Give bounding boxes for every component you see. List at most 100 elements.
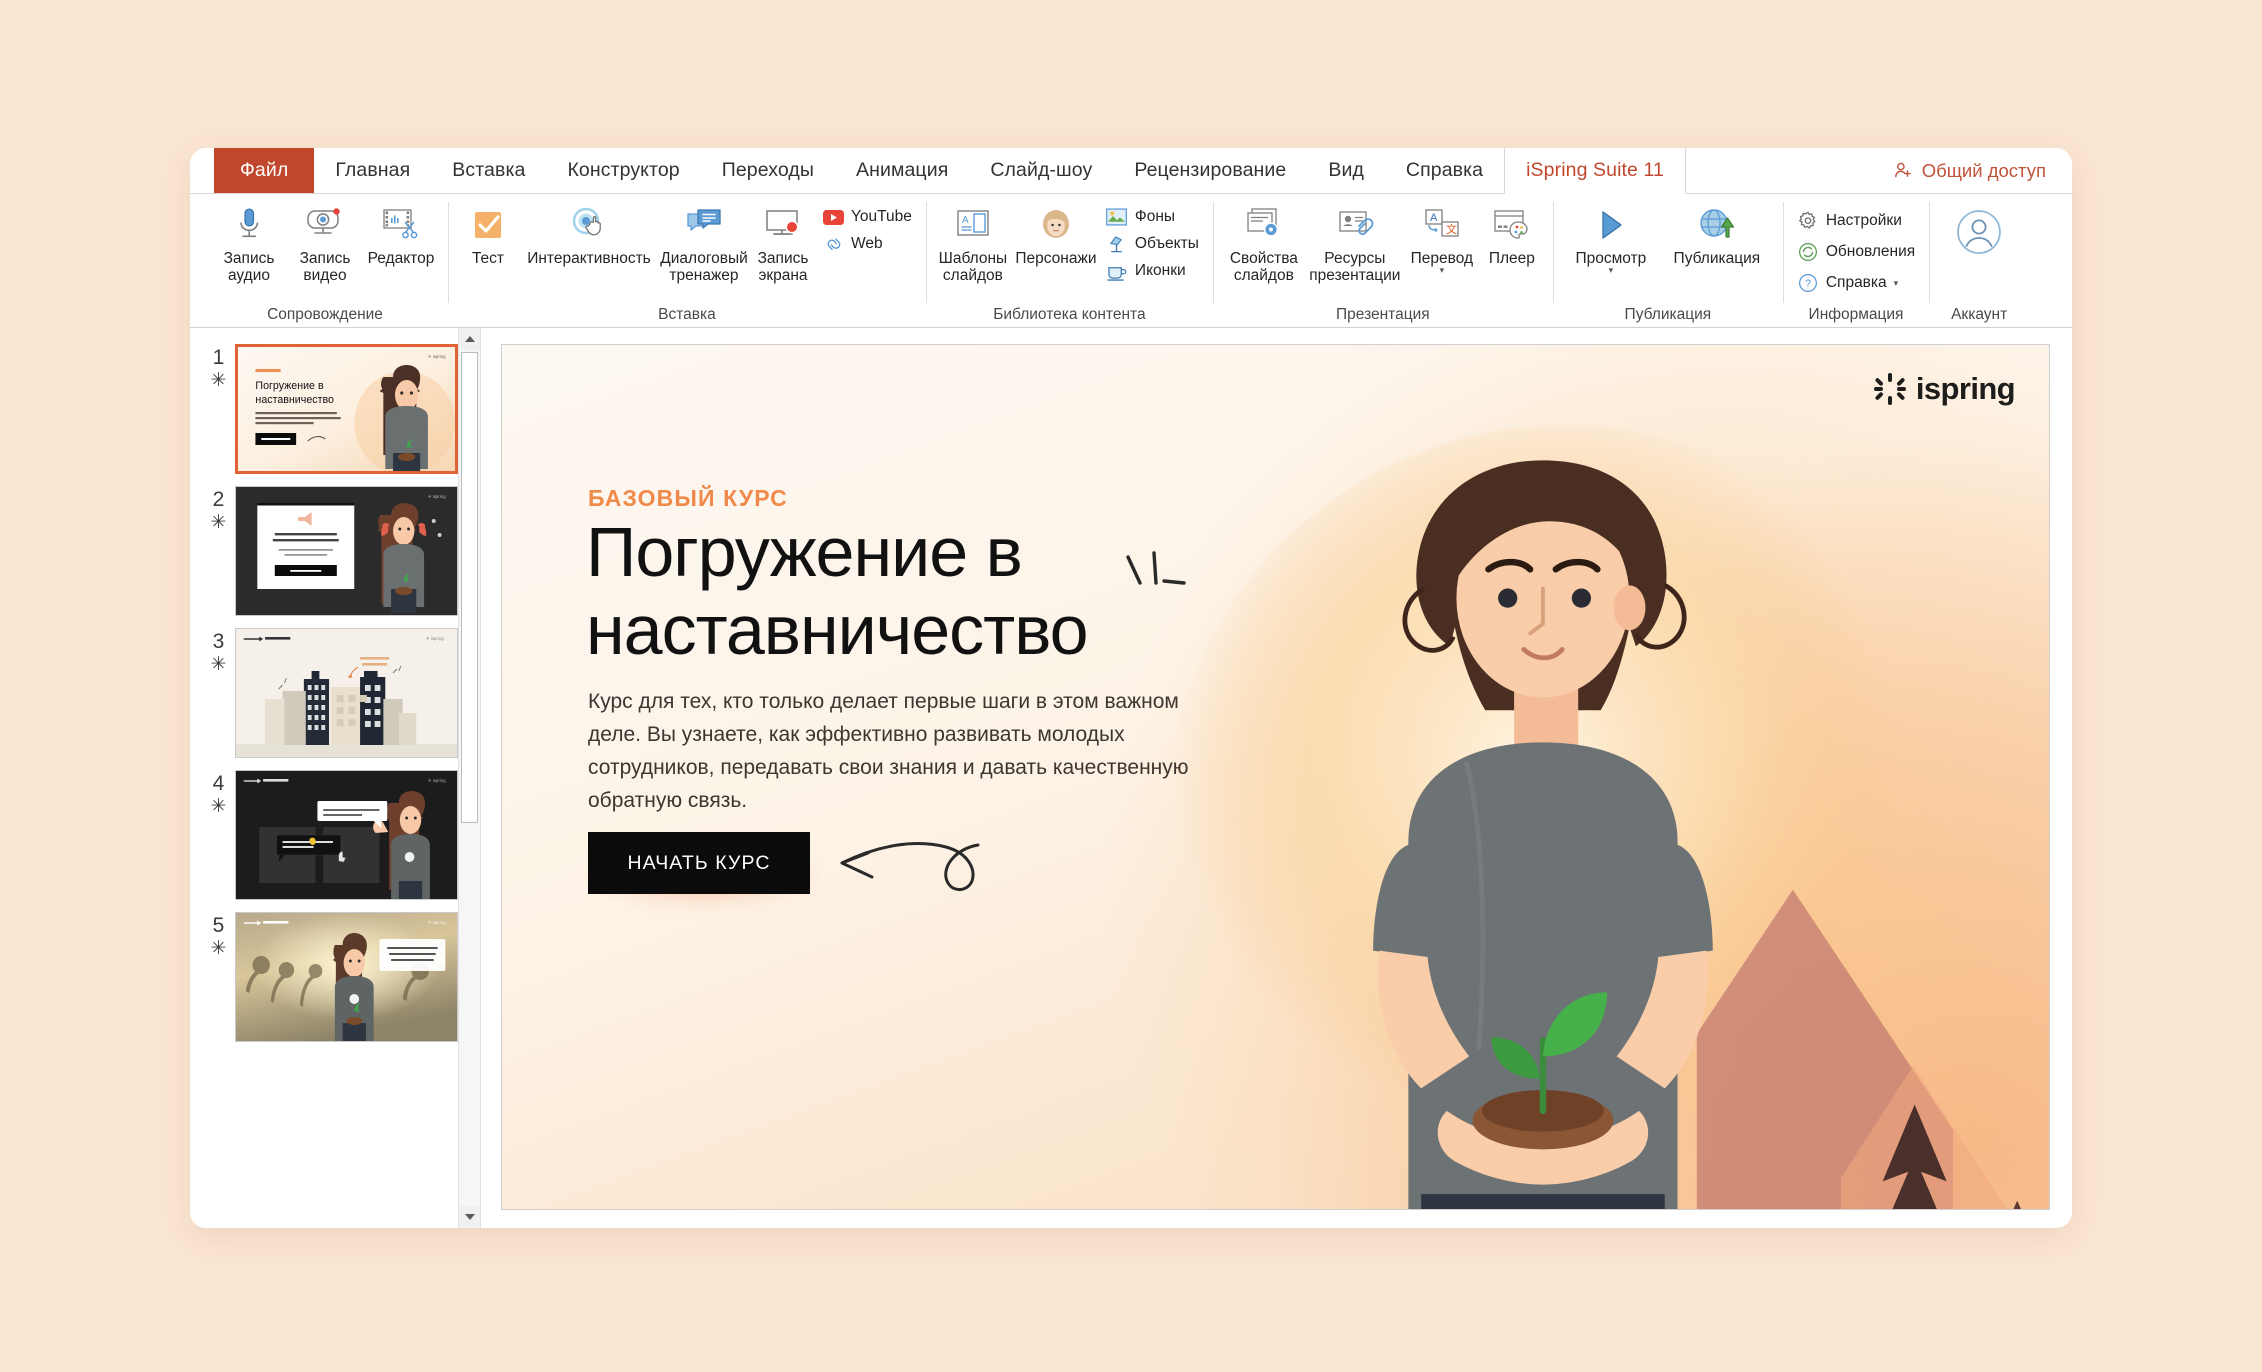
thumbnail-1-preview: Погружение в наставничество ✳ ispring	[237, 347, 455, 471]
web-button[interactable]: Web	[818, 233, 916, 255]
ribbon-group-narration-title: Сопровождение	[267, 306, 383, 323]
thumbnail-3[interactable]: ✳ ispring	[234, 628, 458, 758]
film-scissors-icon	[381, 203, 421, 247]
scroll-up-button[interactable]	[459, 328, 480, 350]
slide-templates-label: Шаблоны слайдов	[938, 250, 1008, 284]
tab-slideshow[interactable]: Слайд-шоу	[969, 148, 1113, 193]
player-label: Плеер	[1488, 250, 1535, 267]
tab-file[interactable]: Файл	[214, 148, 315, 193]
scroll-down-button[interactable]	[459, 1206, 480, 1228]
desk-lamp-icon	[1106, 234, 1128, 254]
publish-button[interactable]: Публикация	[1661, 198, 1773, 267]
preview-caret-icon[interactable]: ▾	[1609, 266, 1614, 275]
thumbnail-row-5[interactable]: 5 ✳ ✳ ispring	[190, 906, 458, 1048]
thumbnail-4[interactable]: ✳ ispring	[234, 770, 458, 900]
slide-thumbnail-pane[interactable]: 1 ✳ Погружение в наставничество ✳ isprin…	[190, 328, 458, 1228]
tab-animation[interactable]: Анимация	[835, 148, 969, 193]
screen-record-button[interactable]: Запись экрана	[750, 198, 816, 284]
ribbon-group-narration: Запись аудио Запись видео Редактор Сопро…	[202, 194, 448, 327]
editor-label: Редактор	[367, 250, 435, 267]
thumbnail-1[interactable]: Погружение в наставничество ✳ ispring	[234, 344, 458, 474]
account-avatar-icon	[1955, 203, 2003, 261]
tab-view-label: Вид	[1328, 159, 1364, 181]
updates-button[interactable]: Обновления	[1793, 241, 1919, 263]
thumbnail-scrollbar[interactable]	[458, 328, 480, 1228]
tab-review[interactable]: Рецензирование	[1113, 148, 1307, 193]
scrollbar-thumb[interactable]	[461, 352, 478, 823]
insert-web-column: YouTube Web	[818, 198, 916, 255]
slide-properties-button[interactable]: Свойства слайдов	[1223, 198, 1305, 284]
start-course-button[interactable]: НАЧАТЬ КУРС	[588, 832, 810, 894]
help-caret-icon[interactable]: ▾	[1894, 279, 1899, 288]
webcam-record-icon	[305, 203, 345, 247]
tab-design-label: Конструктор	[567, 159, 680, 181]
ribbon-group-content-library: A Шаблоны слайдов Персонажи Фоны Объекты…	[925, 194, 1213, 327]
ribbon-group-information: Настройки Обновления ? Справка ▾ Информа…	[1782, 194, 1929, 327]
scrollbar-track[interactable]	[459, 350, 480, 1206]
record-audio-button[interactable]: Запись аудио	[212, 198, 286, 284]
svg-text:✳ ispring: ✳ ispring	[428, 920, 446, 925]
slide-body-text: Курс для тех, кто только делает первые ш…	[588, 690, 1189, 812]
thumbnail-2[interactable]: ✳ ispring	[234, 486, 458, 616]
slide-editing-pane[interactable]: ispring БАЗОВЫЙ КУРС Погружение в настав…	[480, 328, 2072, 1228]
animation-star-icon: ✳	[210, 938, 227, 959]
settings-button[interactable]: Настройки	[1793, 210, 1919, 232]
ispring-burst-icon	[1873, 373, 1906, 405]
backgrounds-button[interactable]: Фоны	[1102, 206, 1203, 228]
slide-eyebrow: БАЗОВЫЙ КУРС	[588, 485, 788, 511]
preview-button[interactable]: Просмотр ▾	[1563, 198, 1659, 275]
youtube-icon	[822, 207, 844, 227]
thumbnail-row-2[interactable]: 2 ✳ ✳ ispring	[190, 480, 458, 622]
tab-design[interactable]: Конструктор	[546, 148, 700, 193]
player-button[interactable]: Плеер	[1481, 198, 1543, 267]
objects-button[interactable]: Объекты	[1102, 233, 1203, 255]
objects-label: Объекты	[1134, 235, 1199, 252]
tab-transitions[interactable]: Переходы	[701, 148, 835, 193]
tab-view[interactable]: Вид	[1307, 148, 1385, 193]
thumbnail-4-preview: ✳ ispring	[235, 771, 457, 899]
interaction-button[interactable]: Интерактивность	[520, 198, 658, 267]
thumbnail-row-1[interactable]: 1 ✳ Погружение в наставничество ✳ isprin…	[190, 338, 458, 480]
thumbnail-number: 5	[212, 914, 225, 937]
thumbnail-2-preview: ✳ ispring	[235, 487, 457, 615]
translate-caret-icon[interactable]: ▾	[1440, 266, 1445, 275]
ribbon-group-presentation: Свойства слайдов Ресурсы презентации A 文…	[1212, 194, 1553, 327]
web-label: Web	[851, 235, 883, 252]
thumbnail-row-4[interactable]: 4 ✳ ✳ ispring	[190, 764, 458, 906]
svg-text:文: 文	[1446, 222, 1457, 236]
tab-insert[interactable]: Вставка	[431, 148, 546, 193]
updates-label: Обновления	[1825, 243, 1916, 260]
slide-templates-button[interactable]: A Шаблоны слайдов	[936, 198, 1010, 284]
account-button[interactable]	[1939, 198, 2019, 261]
thumbnail-5[interactable]: ✳ ispring	[234, 912, 458, 1042]
translate-button[interactable]: A 文 Перевод ▾	[1405, 198, 1479, 275]
share-button[interactable]: Общий доступ	[1893, 148, 2046, 193]
slide-headline-line1: Погружение в	[586, 513, 1023, 591]
start-course-button-label: НАЧАТЬ КУРС	[627, 851, 771, 874]
youtube-label: YouTube	[851, 208, 912, 225]
editor-button[interactable]: Редактор	[364, 198, 438, 267]
tab-ispring-suite[interactable]: iSpring Suite 11	[1504, 148, 1686, 194]
current-slide[interactable]: ispring БАЗОВЫЙ КУРС Погружение в настав…	[501, 344, 2050, 1210]
thumbnail-number: 3	[212, 630, 225, 653]
tab-slideshow-label: Слайд-шоу	[990, 159, 1093, 181]
work-area: 1 ✳ Погружение в наставничество ✳ isprin…	[190, 328, 2072, 1228]
presentation-resources-button[interactable]: Ресурсы презентации	[1307, 198, 1403, 284]
thumbnail-5-preview: ✳ ispring	[235, 913, 457, 1041]
ribbon-group-information-title: Информация	[1808, 306, 1904, 323]
quiz-button[interactable]: Тест	[458, 198, 518, 267]
backgrounds-label: Фоны	[1134, 208, 1176, 225]
record-video-button[interactable]: Запись видео	[288, 198, 362, 284]
youtube-button[interactable]: YouTube	[818, 206, 916, 228]
icons-button[interactable]: Иконки	[1102, 260, 1203, 282]
thumbnail-meta-4: 4 ✳	[202, 770, 235, 817]
help-button[interactable]: ? Справка ▾	[1793, 272, 1919, 294]
dialog-simulation-button[interactable]: Диалоговый тренажер	[660, 198, 748, 284]
characters-button[interactable]: Персонажи	[1012, 198, 1100, 267]
thumbnail-row-3[interactable]: 3 ✳ ✳ ispring	[190, 622, 458, 764]
tab-home[interactable]: Главная	[314, 148, 431, 193]
information-column: Настройки Обновления ? Справка ▾	[1793, 198, 1919, 294]
tab-help[interactable]: Справка	[1385, 148, 1504, 193]
animation-star-icon: ✳	[210, 512, 227, 533]
animation-star-icon: ✳	[210, 654, 227, 675]
